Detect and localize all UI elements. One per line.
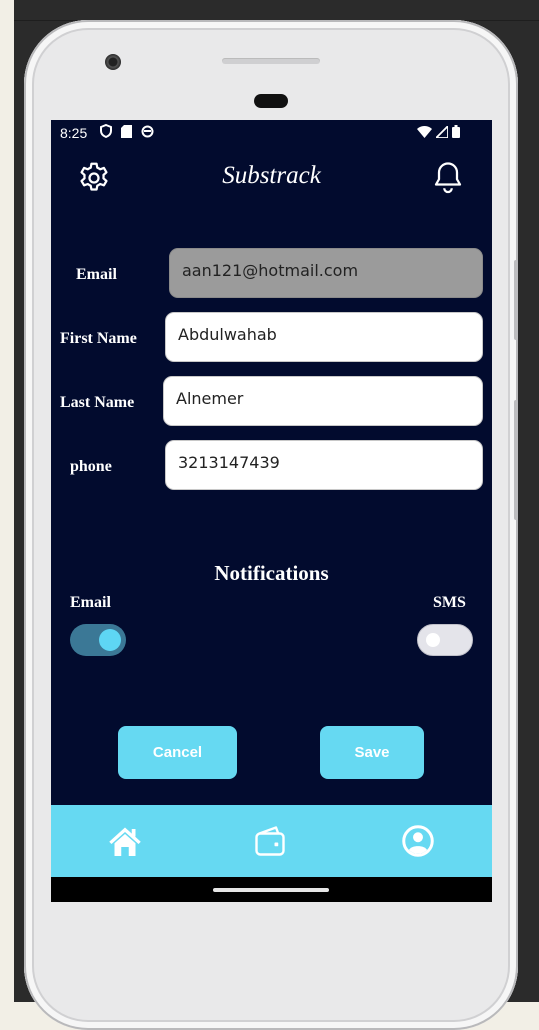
toggle-knob — [426, 633, 440, 647]
phone-field[interactable]: 3213147439 — [165, 440, 483, 490]
first-name-label: First Name — [60, 330, 137, 347]
sync-circle-icon — [141, 125, 154, 137]
home-gesture-handle[interactable] — [213, 888, 329, 892]
profile-icon[interactable] — [400, 823, 436, 859]
home-icon[interactable] — [107, 823, 143, 859]
app-screen: 8:25 Substrack Email aan121@hotmail.com … — [51, 120, 492, 902]
email-toggle-label: Email — [70, 594, 111, 611]
notifications-title: Notifications — [214, 561, 329, 585]
app-title: Substrack — [222, 162, 321, 189]
speaker-grille — [254, 94, 288, 108]
wifi-icon — [417, 125, 432, 138]
sms-toggle-label: SMS — [433, 594, 466, 611]
bottom-navigation — [51, 805, 492, 877]
window-top-bar — [14, 0, 539, 21]
earpiece-slot — [222, 58, 320, 64]
vpn-shield-icon — [100, 124, 112, 138]
wallet-icon[interactable] — [252, 823, 288, 859]
email-field: aan121@hotmail.com — [169, 248, 483, 298]
save-button[interactable]: Save — [320, 726, 424, 779]
notifications-bell-icon[interactable] — [430, 159, 466, 195]
phone-label: phone — [70, 458, 112, 475]
first-name-field[interactable]: Abdulwahab — [165, 312, 483, 362]
last-name-field[interactable]: Alnemer — [163, 376, 483, 426]
email-notification-toggle[interactable] — [70, 624, 126, 656]
toggle-knob — [99, 629, 121, 651]
front-camera — [105, 54, 121, 70]
gesture-navigation-bar — [51, 877, 492, 902]
cancel-button[interactable]: Cancel — [118, 726, 237, 779]
battery-icon — [452, 125, 460, 138]
email-label: Email — [76, 266, 117, 283]
status-time: 8:25 — [60, 125, 88, 141]
volume-button — [514, 260, 518, 340]
sms-notification-toggle[interactable] — [417, 624, 473, 656]
status-bar: 8:25 — [51, 120, 492, 146]
sd-card-icon — [121, 124, 132, 138]
signal-icon — [436, 125, 448, 138]
power-button — [514, 400, 518, 520]
last-name-label: Last Name — [60, 394, 135, 411]
